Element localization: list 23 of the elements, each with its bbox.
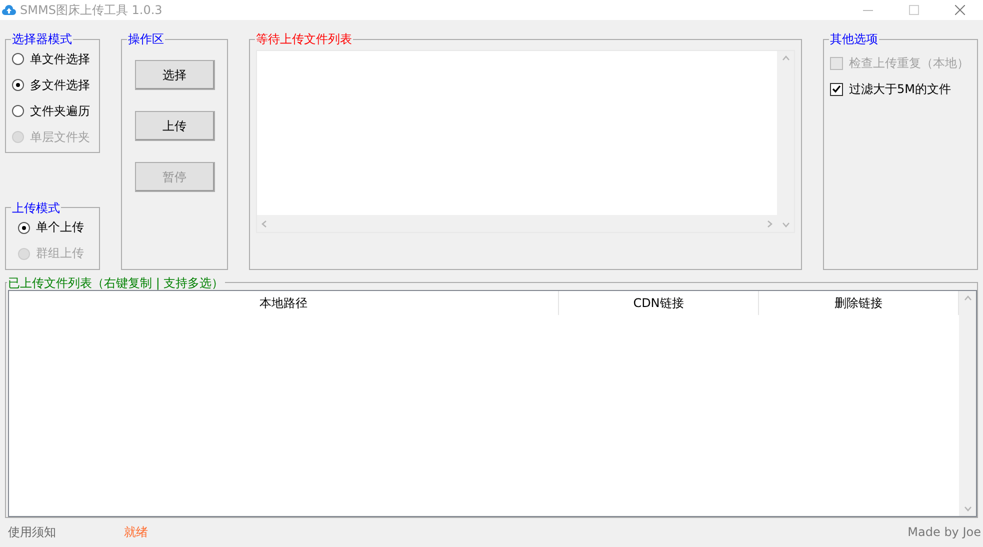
radio-label: 单个上传	[36, 219, 84, 236]
group-title: 选择器模式	[11, 32, 73, 46]
group-title: 上传模式	[11, 200, 61, 215]
group-title: 操作区	[127, 32, 165, 46]
status-text: 就绪	[124, 524, 149, 541]
group-title: 已上传文件列表（右键复制 | 支持多选）	[7, 276, 225, 290]
group-title: 等待上传文件列表	[255, 32, 353, 46]
checkbox-label: 检查上传重复（本地）	[849, 54, 969, 72]
radio-label: 文件夹遍历	[30, 102, 90, 120]
column-header[interactable]: CDN链接	[559, 290, 759, 315]
window-title: SMMS图床上传工具 1.0.3	[20, 2, 164, 19]
checkbox-label: 过滤大于5M的文件	[849, 80, 951, 98]
radio-label: 单文件选择	[30, 50, 90, 68]
action-button[interactable]: 上传	[134, 111, 214, 142]
help-link[interactable]: 使用须知	[8, 524, 124, 541]
radio-label: 单层文件夹	[30, 128, 90, 146]
action-button[interactable]: 选择	[134, 60, 214, 90]
group-title: 其他选项	[829, 32, 879, 46]
uploaded-file-table[interactable]: 本地路径 CDN链接 删除链接	[8, 290, 977, 517]
credit-text: Made by Joe	[908, 525, 981, 540]
radio-label: 多文件选择	[30, 76, 90, 94]
column-header[interactable]: 本地路径	[9, 290, 559, 315]
radio-label: 群组上传	[36, 245, 84, 262]
